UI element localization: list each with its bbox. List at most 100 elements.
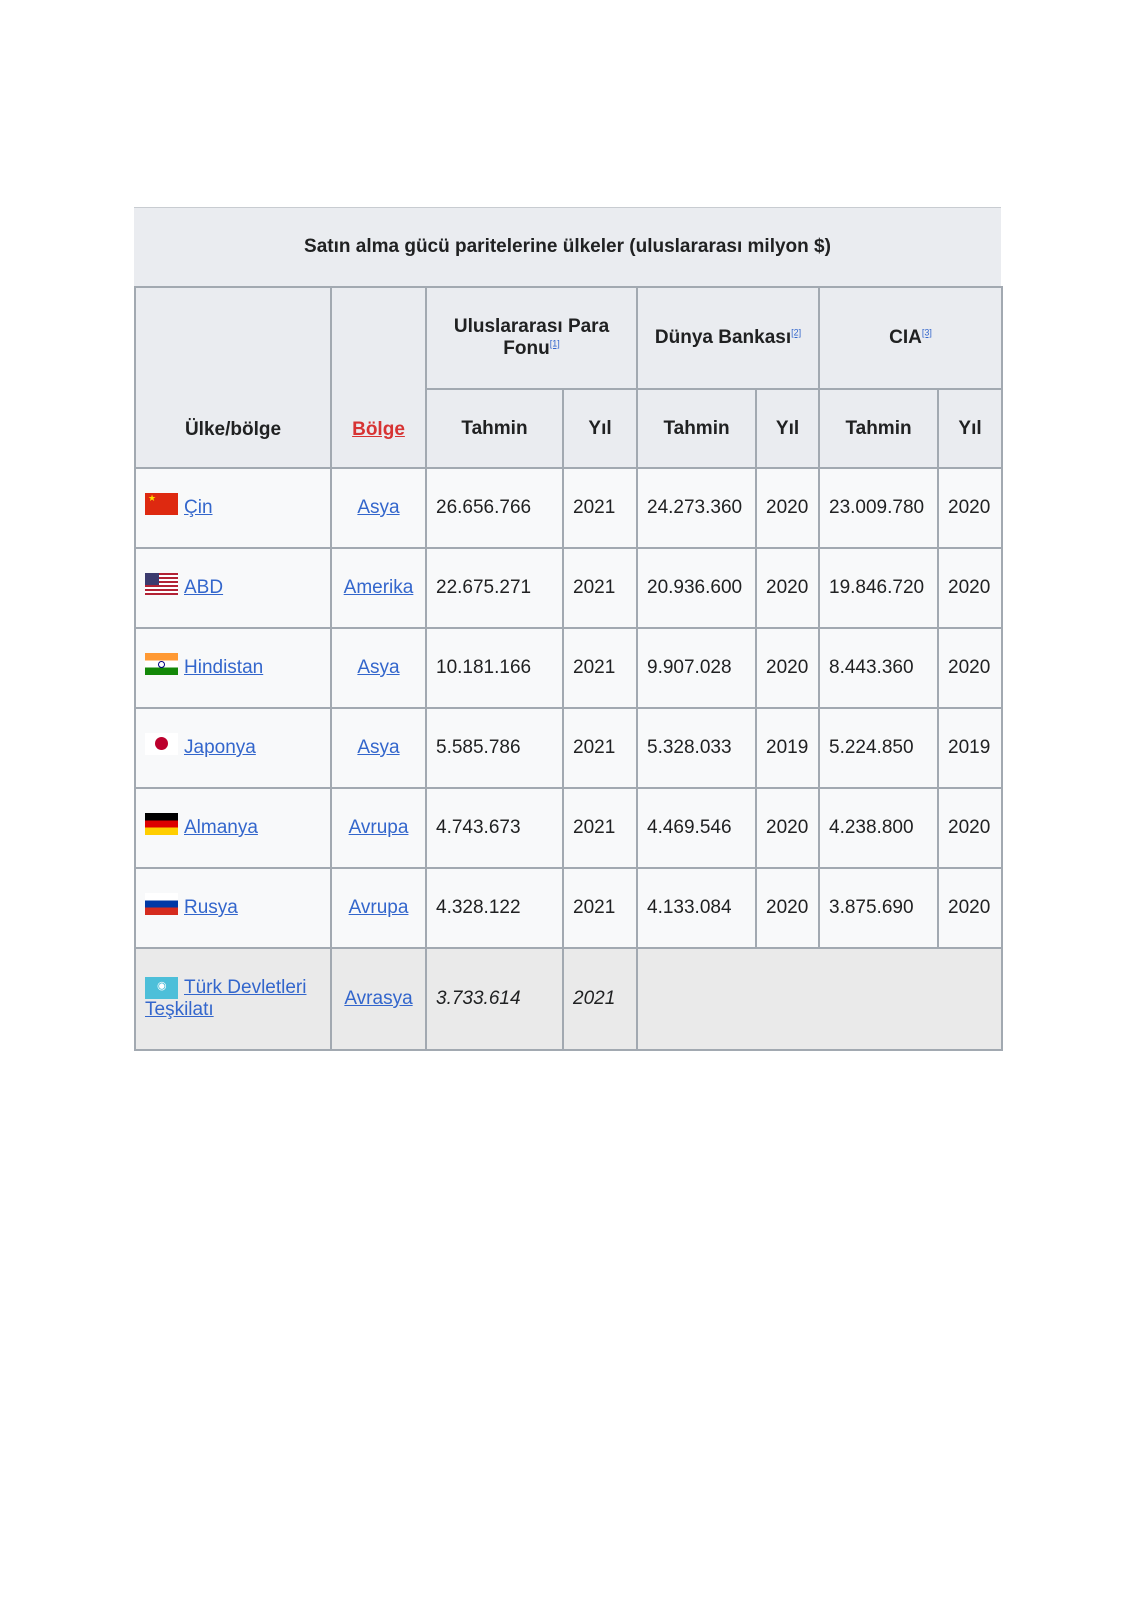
wb-year-cell: 2020 <box>755 467 821 549</box>
region-link[interactable]: Avrupa <box>349 817 409 838</box>
header-wb-year[interactable]: Yıl <box>755 388 821 469</box>
region-redlink[interactable]: Bölge <box>352 419 405 440</box>
cia-estimate-cell: 4.238.800 <box>818 787 940 869</box>
country-link[interactable]: ABD <box>184 577 223 598</box>
wb-year-cell: 2020 <box>755 787 821 869</box>
header-cia-estimate[interactable]: Tahmin <box>818 388 940 469</box>
ref-link-1[interactable]: [1] <box>550 339 560 349</box>
cia-year-cell: 2020 <box>937 467 1004 549</box>
wb-year-cell: 2020 <box>755 867 821 949</box>
cia-estimate-cell: 5.224.850 <box>818 707 940 789</box>
imf-year-cell: 2021 <box>561 867 639 949</box>
region-cell: Amerika <box>330 547 427 629</box>
table-row: Japonya Asya 5.585.786 2021 5.328.033 20… <box>134 707 1004 789</box>
header-wb-label: Dünya Bankası <box>654 327 792 348</box>
country-link[interactable]: Almanya <box>184 817 258 838</box>
cia-estimate-cell: 19.846.720 <box>818 547 940 629</box>
region-cell: Asya <box>330 707 427 789</box>
header-imf-estimate[interactable]: Tahmin <box>425 388 564 469</box>
cia-year-cell: 2020 <box>937 547 1004 629</box>
country-link[interactable]: Hindistan <box>184 657 263 678</box>
india-flag-icon <box>145 653 178 675</box>
country-cell: Türk Devletleri Teşkilatı <box>134 947 332 1051</box>
cia-estimate-cell: 3.875.690 <box>818 867 940 949</box>
header-imf-label: Uluslararası Para Fonu <box>453 316 610 359</box>
otd-flag-icon <box>145 977 178 999</box>
table-row: Rusya Avrupa 4.328.122 2021 4.133.084 20… <box>134 867 1004 949</box>
header-cia-year[interactable]: Yıl <box>937 388 1004 469</box>
japan-flag-icon <box>145 733 178 755</box>
header-wb-estimate[interactable]: Tahmin <box>636 388 758 469</box>
imf-estimate-cell: 26.656.766 <box>425 467 564 549</box>
ref-link-3[interactable]: [3] <box>922 328 932 338</box>
summary-row: Türk Devletleri Teşkilatı Avrasya 3.733.… <box>134 947 1004 1051</box>
region-link[interactable]: Avrasya <box>344 988 412 1009</box>
wb-estimate-cell: 9.907.028 <box>636 627 758 709</box>
table-row: ABD Amerika 22.675.271 2021 20.936.600 2… <box>134 547 1004 629</box>
header-cia-label: CIA <box>889 327 922 348</box>
table-caption: Satın alma gücü paritelerine ülkeler (ul… <box>134 207 1001 286</box>
imf-year-cell: 2021 <box>561 947 639 1051</box>
country-link[interactable]: Çin <box>184 497 213 518</box>
russia-flag-icon <box>145 893 178 915</box>
cia-year-cell: 2019 <box>937 707 1004 789</box>
region-link[interactable]: Asya <box>357 497 399 518</box>
country-link[interactable]: Rusya <box>184 897 238 918</box>
region-cell: Avrupa <box>330 867 427 949</box>
imf-year-cell: 2021 <box>561 467 639 549</box>
imf-estimate-cell: 4.743.673 <box>425 787 564 869</box>
usa-flag-icon <box>145 573 178 595</box>
region-link[interactable]: Avrupa <box>349 897 409 918</box>
header-cia: CIA[3] <box>818 286 1004 390</box>
imf-year-cell: 2021 <box>561 627 639 709</box>
imf-year-cell: 2021 <box>561 547 639 629</box>
wb-year-cell: 2020 <box>755 627 821 709</box>
table-row: Hindistan Asya 10.181.166 2021 9.907.028… <box>134 627 1004 709</box>
china-flag-icon <box>145 493 178 515</box>
ppp-table: Ülke/bölge Bölge Uluslararası Para Fonu[… <box>134 286 1004 1051</box>
wb-estimate-cell: 24.273.360 <box>636 467 758 549</box>
empty-cell <box>636 947 1004 1051</box>
wb-estimate-cell: 20.936.600 <box>636 547 758 629</box>
imf-estimate-cell: 22.675.271 <box>425 547 564 629</box>
wb-estimate-cell: 5.328.033 <box>636 707 758 789</box>
table-row: Almanya Avrupa 4.743.673 2021 4.469.546 … <box>134 787 1004 869</box>
country-cell: Japonya <box>134 707 332 789</box>
imf-estimate-cell: 3.733.614 <box>425 947 564 1051</box>
imf-estimate-cell: 5.585.786 <box>425 707 564 789</box>
region-link[interactable]: Amerika <box>344 577 414 598</box>
region-link[interactable]: Asya <box>357 657 399 678</box>
table-row: Çin Asya 26.656.766 2021 24.273.360 2020… <box>134 467 1004 549</box>
cia-year-cell: 2020 <box>937 787 1004 869</box>
cia-year-cell: 2020 <box>937 627 1004 709</box>
region-link[interactable]: Asya <box>357 737 399 758</box>
header-world-bank: Dünya Bankası[2] <box>636 286 821 390</box>
country-link[interactable]: Japonya <box>184 737 256 758</box>
country-cell: ABD <box>134 547 332 629</box>
region-cell: Asya <box>330 627 427 709</box>
header-country[interactable]: Ülke/bölge <box>134 286 332 469</box>
imf-year-cell: 2021 <box>561 787 639 869</box>
header-imf: Uluslararası Para Fonu[1] <box>424 286 639 390</box>
wb-estimate-cell: 4.469.546 <box>636 787 758 869</box>
ppp-table-wrapper: Satın alma gücü paritelerine ülkeler (ul… <box>134 207 1004 1051</box>
country-cell: Hindistan <box>134 627 332 709</box>
imf-estimate-cell: 4.328.122 <box>425 867 564 949</box>
ref-link-2[interactable]: [2] <box>791 328 801 338</box>
country-cell: Almanya <box>134 787 332 869</box>
imf-year-cell: 2021 <box>561 707 639 789</box>
imf-estimate-cell: 10.181.166 <box>425 627 564 709</box>
cia-estimate-cell: 23.009.780 <box>818 467 940 549</box>
header-region[interactable]: Bölge <box>330 286 427 469</box>
header-imf-year[interactable]: Yıl <box>561 388 639 469</box>
country-cell: Çin <box>134 467 332 549</box>
wb-estimate-cell: 4.133.084 <box>636 867 758 949</box>
country-cell: Rusya <box>134 867 332 949</box>
region-cell: Avrupa <box>330 787 427 869</box>
cia-year-cell: 2020 <box>937 867 1004 949</box>
germany-flag-icon <box>145 813 178 835</box>
wb-year-cell: 2020 <box>755 547 821 629</box>
cia-estimate-cell: 8.443.360 <box>818 627 940 709</box>
region-cell: Avrasya <box>330 947 427 1051</box>
region-cell: Asya <box>330 467 427 549</box>
